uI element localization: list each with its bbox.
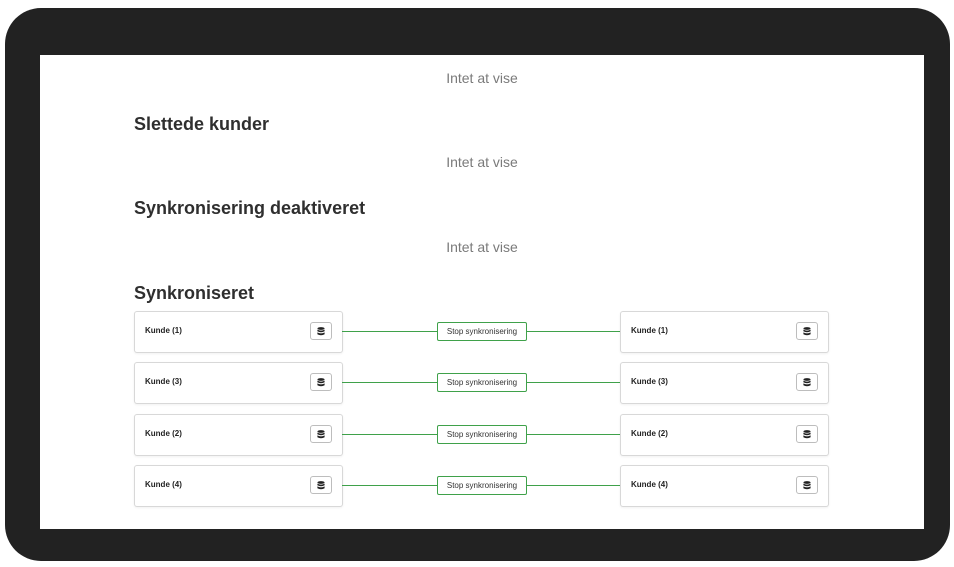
sync-connector-line (342, 485, 437, 486)
source-customer-card: Kunde (4) (134, 465, 343, 507)
sync-connector-line (527, 382, 620, 383)
device-frame: Intet at vise Slettede kunder Intet at v… (5, 8, 950, 561)
customer-name: Kunde (3) (145, 377, 182, 386)
database-button[interactable] (796, 373, 818, 391)
sync-connector-line (342, 382, 437, 383)
database-icon (317, 480, 325, 489)
database-button[interactable] (310, 425, 332, 443)
database-icon (803, 480, 811, 489)
sync-row: Kunde (4) Stop synkronisering Kunde (4) (134, 465, 829, 507)
section-heading-sync-disabled: Synkronisering deaktiveret (134, 198, 366, 218)
database-button[interactable] (310, 373, 332, 391)
empty-state-text: Intet at vise (446, 70, 518, 86)
source-customer-card: Kunde (1) (134, 311, 343, 353)
target-customer-card: Kunde (1) (620, 311, 829, 353)
database-icon (317, 377, 325, 386)
database-button[interactable] (310, 476, 332, 494)
stop-sync-button[interactable]: Stop synkronisering (437, 476, 527, 495)
database-icon (803, 429, 811, 438)
sync-connector-line (342, 434, 437, 435)
empty-state-text: Intet at vise (446, 154, 518, 170)
customer-name: Kunde (1) (145, 326, 182, 335)
database-icon (803, 377, 811, 386)
customer-name: Kunde (2) (145, 429, 182, 438)
section-heading-deleted-customers: Slettede kunder (134, 114, 270, 134)
sync-connector-line (342, 331, 437, 332)
sync-row: Kunde (1) Stop synkronisering Kunde (1) (134, 311, 829, 353)
database-button[interactable] (796, 425, 818, 443)
database-button[interactable] (310, 322, 332, 340)
target-customer-card: Kunde (2) (620, 414, 829, 456)
customer-name: Kunde (2) (631, 429, 668, 438)
database-icon (317, 326, 325, 335)
target-customer-card: Kunde (4) (620, 465, 829, 507)
customer-name: Kunde (3) (631, 377, 668, 386)
database-icon (317, 429, 325, 438)
section-heading-synchronized: Synkroniseret (134, 283, 255, 303)
database-button[interactable] (796, 476, 818, 494)
sync-connector-line (527, 485, 620, 486)
customer-name: Kunde (4) (145, 480, 182, 489)
database-icon (803, 326, 811, 335)
source-customer-card: Kunde (2) (134, 414, 343, 456)
sync-row: Kunde (2) Stop synkronisering Kunde (2) (134, 414, 829, 456)
stop-sync-button[interactable]: Stop synkronisering (437, 425, 527, 444)
customer-name: Kunde (1) (631, 326, 668, 335)
sync-connector-line (527, 434, 620, 435)
customer-name: Kunde (4) (631, 480, 668, 489)
screen: Intet at vise Slettede kunder Intet at v… (40, 55, 924, 529)
empty-state-text: Intet at vise (446, 239, 518, 255)
source-customer-card: Kunde (3) (134, 362, 343, 404)
target-customer-card: Kunde (3) (620, 362, 829, 404)
database-button[interactable] (796, 322, 818, 340)
sync-connector-line (527, 331, 620, 332)
stop-sync-button[interactable]: Stop synkronisering (437, 322, 527, 341)
stop-sync-button[interactable]: Stop synkronisering (437, 373, 527, 392)
sync-row: Kunde (3) Stop synkronisering Kunde (3) (134, 362, 829, 404)
